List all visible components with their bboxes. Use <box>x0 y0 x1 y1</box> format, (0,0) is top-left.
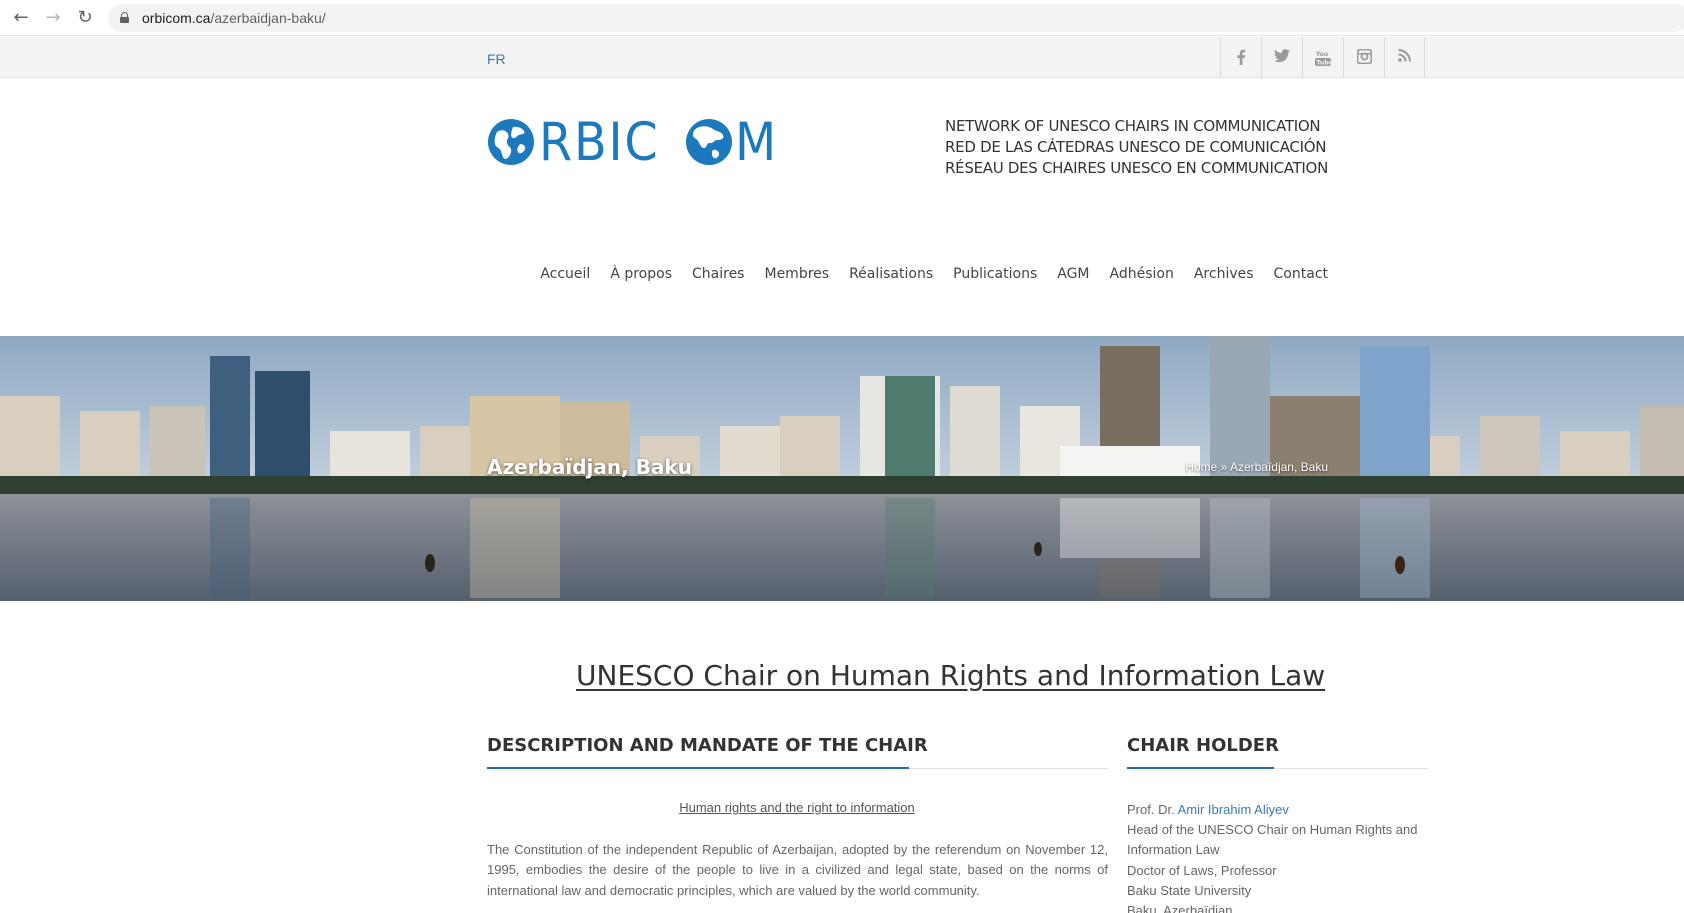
orbicom-logo[interactable]: RBIC M <box>487 115 792 171</box>
url-domain: orbicom.ca <box>142 10 211 26</box>
globe-icon <box>686 119 732 165</box>
url-path: /azerbaidjan-baku/ <box>210 10 326 26</box>
banner-title: Azerbaïdjan, Baku <box>487 455 692 479</box>
address-bar[interactable]: orbicom.ca/azerbaidjan-baku/ <box>108 4 1684 32</box>
breadcrumb: Home » Azerbaïdjan, Baku <box>1185 460 1328 474</box>
breadcrumb-current: Azerbaïdjan, Baku <box>1229 460 1328 474</box>
tagline-line-fr: RÉSEAU DES CHAIRES UNESCO EN COMMUNICATI… <box>945 159 1328 177</box>
section-title-description: DESCRIPTION AND MANDATE OF THE CHAIR <box>487 735 928 756</box>
nav-item-archives[interactable]: Archives <box>1194 266 1254 282</box>
instagram-icon[interactable] <box>1343 37 1384 78</box>
nav-item-publications[interactable]: Publications <box>953 266 1037 282</box>
hero-banner <box>0 336 1684 601</box>
nav-item-chaires[interactable]: Chaires <box>692 266 744 282</box>
breadcrumb-home-link[interactable]: Home <box>1185 460 1217 474</box>
section-divider-accent <box>1127 767 1274 769</box>
nav-item-agm[interactable]: AGM <box>1057 266 1089 282</box>
nav-item-accueil[interactable]: Accueil <box>540 266 590 282</box>
tagline-line-es: RED DE LAS CÁTEDRAS UNESCO DE COMUNICACI… <box>945 138 1327 156</box>
facebook-icon[interactable] <box>1220 37 1261 78</box>
holder-title-line: Head of the UNESCO Chair on Human Rights… <box>1127 822 1418 858</box>
description-paragraph: The Constitution of the independent Repu… <box>487 842 1108 898</box>
nav-item-realisations[interactable]: Réalisations <box>849 266 933 282</box>
nav-item-a-propos[interactable]: À propos <box>610 266 672 282</box>
language-switch-link[interactable]: FR <box>487 51 506 67</box>
header-tagline: NETWORK OF UNESCO CHAIRS IN COMMUNICATIO… <box>945 116 1328 179</box>
back-arrow-icon[interactable]: ← <box>9 6 33 30</box>
url-text[interactable]: orbicom.ca/azerbaidjan-baku/ <box>142 10 326 26</box>
nav-item-contact[interactable]: Contact <box>1274 266 1328 282</box>
top-utility-bar: FR You Tube <box>0 37 1684 78</box>
holder-university-line: Baku State University <box>1127 882 1252 898</box>
holder-location-line: Baku, Azerbaïdjan <box>1127 903 1233 913</box>
holder-name-link[interactable]: Amir Ibrahim Aliyev <box>1178 802 1289 817</box>
forward-arrow-icon[interactable]: → <box>41 6 65 30</box>
svg-text:You: You <box>1315 51 1328 58</box>
breadcrumb-separator: » <box>1220 460 1228 474</box>
nav-item-membres[interactable]: Membres <box>764 266 829 282</box>
main-navigation: Accueil À propos Chaires Membres Réalisa… <box>520 266 1328 282</box>
youtube-icon[interactable]: You Tube <box>1302 37 1343 78</box>
reload-icon[interactable]: ↻ <box>73 6 97 30</box>
chair-holder-info: Prof. Dr. Amir Ibrahim Aliyev Head of th… <box>1127 800 1427 913</box>
holder-name-line: Prof. Dr. Amir Ibrahim Aliyev <box>1127 800 1427 820</box>
section-divider-accent <box>487 767 909 769</box>
section-title-chair-holder: CHAIR HOLDER <box>1127 735 1279 756</box>
page-title: UNESCO Chair on Human Rights and Informa… <box>576 659 1326 692</box>
tagline-line-en: NETWORK OF UNESCO CHAIRS IN COMMUNICATIO… <box>945 117 1321 135</box>
nav-item-adhesion[interactable]: Adhésion <box>1110 266 1174 282</box>
globe-icon <box>488 119 534 165</box>
svg-text:Tube: Tube <box>1317 60 1332 67</box>
browser-toolbar: ← → ↻ orbicom.ca/azerbaidjan-baku/ <box>0 0 1684 36</box>
rss-icon[interactable] <box>1384 37 1425 78</box>
baku-skyline-image <box>0 336 1684 601</box>
twitter-icon[interactable] <box>1261 37 1302 78</box>
description-subheading: Human rights and the right to informatio… <box>679 800 915 815</box>
holder-prefix: Prof. Dr. <box>1127 802 1175 817</box>
holder-degree-line: Doctor of Laws, Professor <box>1127 862 1277 878</box>
lock-icon <box>120 12 129 23</box>
